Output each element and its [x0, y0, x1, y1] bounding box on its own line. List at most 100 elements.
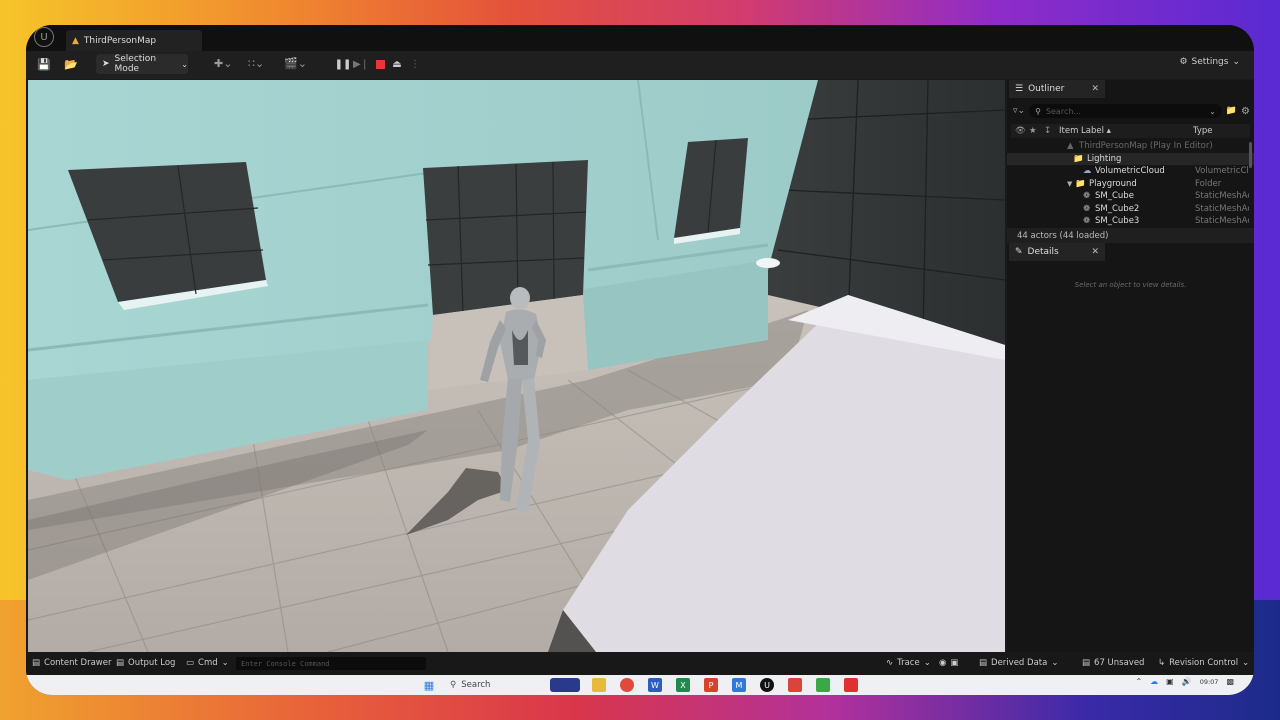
- widget-icon[interactable]: [550, 678, 580, 692]
- outliner-footer: 44 actors (44 loaded): [1007, 228, 1254, 244]
- unreal-logo-icon[interactable]: U: [34, 27, 54, 47]
- tree-row-label: SM_Cube2: [1095, 203, 1140, 214]
- tree-row[interactable]: ▲ ThirdPersonMap (Play In Editor): [1007, 140, 1254, 153]
- map-tab[interactable]: ▲ ThirdPersonMap: [66, 30, 202, 51]
- clock-time: 09:07: [1199, 677, 1219, 686]
- settings-button[interactable]: ⚙ Settings ⌄: [1179, 57, 1240, 67]
- search-placeholder: Search...: [1045, 106, 1082, 116]
- derived-data-label: Derived Data: [991, 658, 1048, 668]
- outliner-search-input[interactable]: ⚲ Search... ⌄: [1029, 104, 1222, 118]
- revision-control-label: Revision Control: [1169, 658, 1239, 668]
- add-folder-icon[interactable]: 📁: [1226, 106, 1237, 116]
- star-icon[interactable]: ★: [1029, 126, 1037, 136]
- col-item-label[interactable]: Item Label ▴: [1059, 126, 1111, 136]
- browse-icon[interactable]: 📂: [64, 58, 78, 71]
- branch-icon: ↳: [1158, 658, 1166, 668]
- database-icon: ▤: [979, 658, 988, 668]
- static-mesh-icon: ❁: [1083, 203, 1091, 214]
- network-icon[interactable]: ▣: [1166, 677, 1174, 686]
- word-icon[interactable]: W: [648, 678, 662, 692]
- cloud-icon[interactable]: ☁: [1150, 677, 1158, 686]
- outliner-tab-label: Outliner: [1028, 84, 1065, 94]
- pause-button[interactable]: ❚❚: [335, 57, 352, 71]
- tree-row-label: Playground: [1089, 178, 1137, 189]
- drawer-icon: ▤: [32, 658, 41, 668]
- record-button[interactable]: ◉ ▣: [939, 658, 958, 668]
- derived-data-button[interactable]: ▤ Derived Data ⌄: [979, 658, 1058, 668]
- chevron-down-icon: ⌄: [923, 658, 931, 668]
- gear-icon: ⚙: [1179, 57, 1188, 67]
- save-icon[interactable]: 💾: [37, 58, 51, 71]
- tree-row-type: StaticMeshAc: [1195, 203, 1249, 214]
- add-actor-icon[interactable]: ✚⌄: [214, 57, 232, 70]
- mail-icon[interactable]: M: [732, 678, 746, 692]
- taskbar-clock[interactable]: 09:07: [1200, 678, 1219, 686]
- chrome-icon[interactable]: [620, 678, 634, 692]
- volume-icon[interactable]: 🔊: [1182, 677, 1192, 686]
- blueprint-icon[interactable]: ∷⌄: [248, 57, 264, 70]
- stop-button[interactable]: [373, 57, 387, 71]
- main-toolbar: 💾 📂 ➤ Selection Mode ⌄ ✚⌄ ∷⌄ 🎬⌄ ❚❚ ▶❘ ⏏ …: [26, 51, 1254, 79]
- cursor-icon: ➤: [102, 59, 110, 69]
- notification-icon[interactable]: ▩: [1226, 677, 1234, 686]
- chevron-down-icon: ⌄: [1232, 57, 1240, 67]
- chevron-down-icon: ⌄: [1242, 658, 1250, 668]
- powerpoint-icon[interactable]: P: [704, 678, 718, 692]
- cinematics-icon[interactable]: 🎬⌄: [284, 57, 307, 70]
- trace-icon: ∿: [886, 658, 894, 668]
- file-explorer-icon[interactable]: [592, 678, 606, 692]
- col-type[interactable]: Type: [1193, 126, 1213, 136]
- tree-row[interactable]: ❁ SM_Cube StaticMeshAc: [1007, 190, 1254, 203]
- list-icon: ☰: [1015, 84, 1024, 94]
- save-all-icon: ▤: [1082, 658, 1091, 668]
- output-log-button[interactable]: ▤ Output Log: [116, 658, 175, 668]
- tree-row[interactable]: ❁ SM_Cube2 StaticMeshAc: [1007, 203, 1254, 216]
- step-button[interactable]: ▶❘: [353, 57, 369, 71]
- snipping-tool-icon[interactable]: [788, 678, 802, 692]
- content-drawer-button[interactable]: ▤ Content Drawer: [32, 658, 111, 668]
- play-options-icon[interactable]: ⋮: [408, 57, 422, 71]
- filter-icon[interactable]: ▿⌄: [1013, 106, 1025, 116]
- close-icon[interactable]: ✕: [1091, 84, 1099, 94]
- collapse-arrow-icon[interactable]: ▼: [1067, 180, 1072, 188]
- outliner-scrollbar[interactable]: [1249, 142, 1252, 168]
- details-tab-label: Details: [1027, 247, 1059, 257]
- app-red-icon[interactable]: [844, 678, 858, 692]
- tree-row[interactable]: ☁ VolumetricCloud VolumetricCl: [1007, 165, 1254, 178]
- settings-label: Settings: [1191, 57, 1229, 67]
- tree-row[interactable]: 📁 Lighting: [1007, 152, 1254, 165]
- tree-row[interactable]: ▼ 📁 Playground Folder: [1007, 178, 1254, 191]
- content-drawer-label: Content Drawer: [44, 658, 112, 668]
- chevron-down-icon: ⌄: [1209, 106, 1216, 116]
- gear-icon[interactable]: ⚙: [1241, 106, 1250, 117]
- outliner-tab[interactable]: ☰ Outliner ✕: [1009, 80, 1105, 98]
- selection-mode-button[interactable]: ➤ Selection Mode ⌄: [96, 54, 188, 74]
- excel-icon[interactable]: X: [676, 678, 690, 692]
- log-icon: ▤: [116, 658, 125, 668]
- eject-button[interactable]: ⏏: [390, 57, 404, 71]
- unreal-taskbar-icon[interactable]: U: [760, 678, 774, 692]
- details-empty-hint: Select an object to view details.: [1074, 281, 1187, 289]
- revision-control-button[interactable]: ↳ Revision Control ⌄: [1158, 658, 1249, 668]
- world-icon: ▲: [1067, 141, 1074, 152]
- tree-row-type: Folder: [1195, 178, 1222, 189]
- taskbar-search[interactable]: ⚲ Search: [450, 678, 490, 692]
- chevron-down-icon: ⌄: [221, 658, 229, 668]
- unsaved-label: 67 Unsaved: [1094, 658, 1145, 668]
- level-viewport[interactable]: [28, 80, 1005, 652]
- unsaved-button[interactable]: ▤ 67 Unsaved: [1082, 658, 1144, 668]
- windows-start-icon[interactable]: ▦: [422, 678, 436, 692]
- close-icon[interactable]: ✕: [1091, 247, 1099, 257]
- details-tab[interactable]: ✎ Details ✕: [1009, 243, 1105, 261]
- console-placeholder: Enter Console Command: [241, 659, 330, 668]
- visibility-icon[interactable]: 👁: [1015, 126, 1026, 136]
- pin-icon[interactable]: ↧: [1044, 126, 1051, 136]
- app-green-icon[interactable]: [816, 678, 830, 692]
- trace-dropdown[interactable]: ∿ Trace ⌄: [886, 658, 931, 668]
- console-input[interactable]: Enter Console Command: [236, 657, 426, 670]
- chevron-up-icon[interactable]: ⌃: [1135, 677, 1142, 686]
- level-icon: ▲: [72, 35, 79, 46]
- tree-row[interactable]: ❁ SM_Cube3 StaticMeshAc: [1007, 215, 1254, 228]
- static-mesh-icon: ❁: [1083, 191, 1091, 202]
- cmd-dropdown[interactable]: ▭ Cmd ⌄: [186, 658, 229, 668]
